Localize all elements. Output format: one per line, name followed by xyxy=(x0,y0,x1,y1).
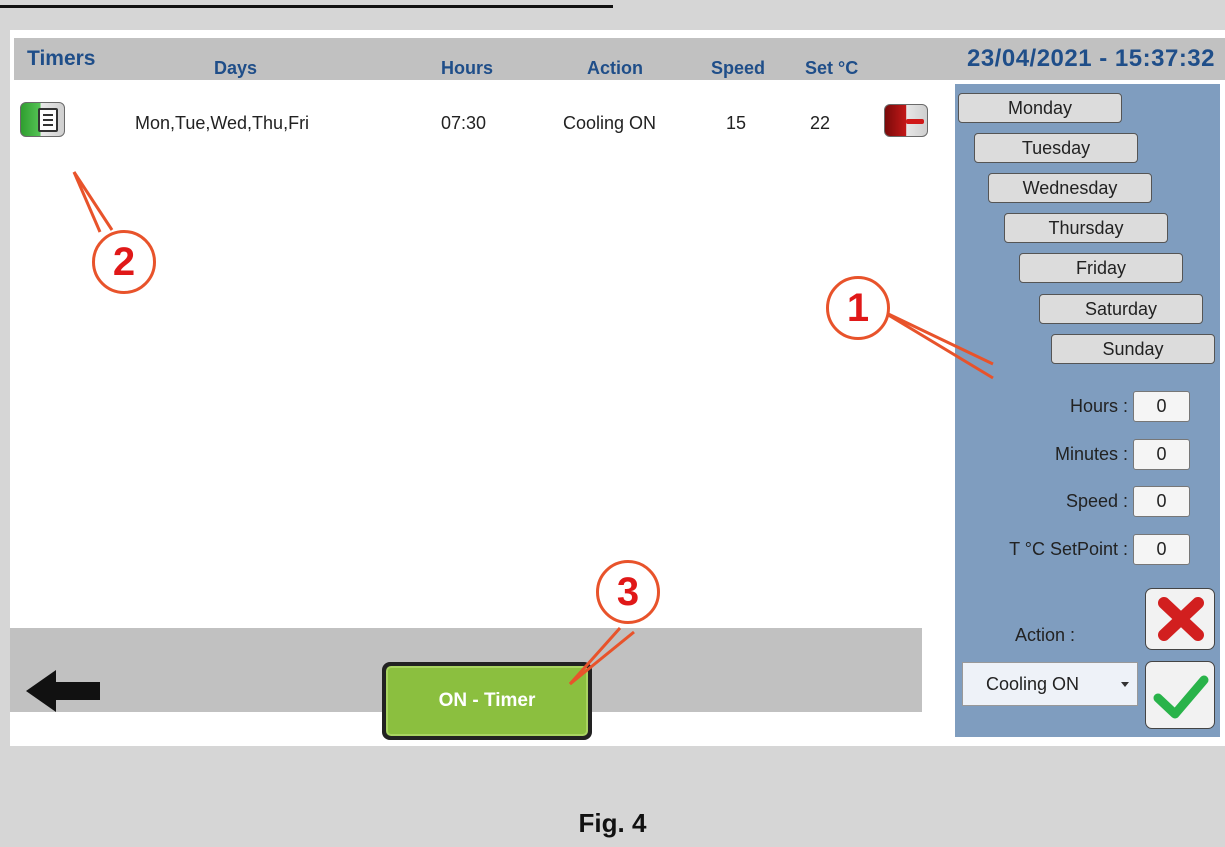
datetime: 23/04/2021 - 15:37:32 xyxy=(966,45,1215,72)
day-saturday[interactable]: Saturday xyxy=(1039,294,1203,324)
top-rule xyxy=(0,0,613,8)
dropdown-caret-icon xyxy=(1121,682,1129,687)
edit-timer-button[interactable] xyxy=(20,102,65,137)
speed-label: Speed : xyxy=(1065,491,1128,511)
day-friday[interactable]: Friday xyxy=(1019,253,1183,283)
confirm-icon xyxy=(1153,675,1209,719)
header-action: Action xyxy=(587,58,643,78)
action-select-value: Cooling ON xyxy=(986,673,1080,694)
table-cell-hours: 07:30 xyxy=(441,113,487,133)
callout-2: 2 xyxy=(92,230,156,294)
speed-input[interactable]: 0 xyxy=(1133,486,1190,517)
table-cell-action: Cooling ON xyxy=(563,113,657,133)
cancel-icon xyxy=(1158,597,1204,641)
action-label: Action : xyxy=(1015,625,1076,645)
table-cell-days: Mon,Tue,Wed,Thu,Fri xyxy=(135,113,310,133)
minutes-input[interactable]: 0 xyxy=(1133,439,1190,470)
table-cell-setpoint: 22 xyxy=(810,113,831,133)
figure-caption: Fig. 4 xyxy=(578,808,647,838)
page-title: Timers xyxy=(27,47,96,70)
day-tuesday[interactable]: Tuesday xyxy=(974,133,1138,163)
on-timer-button[interactable]: ON - Timer xyxy=(382,662,592,740)
day-monday[interactable]: Monday xyxy=(958,93,1122,123)
day-thursday[interactable]: Thursday xyxy=(1004,213,1168,243)
callout-3: 3 xyxy=(596,560,660,624)
confirm-button[interactable] xyxy=(1145,661,1215,729)
minutes-label: Minutes : xyxy=(1054,444,1128,464)
action-select[interactable]: Cooling ON xyxy=(962,662,1138,706)
setpoint-input[interactable]: 0 xyxy=(1133,534,1190,565)
header-speed: Speed xyxy=(711,58,766,78)
day-wednesday[interactable]: Wednesday xyxy=(988,173,1152,203)
edit-icon xyxy=(38,108,58,132)
header-setpoint: Set °C xyxy=(805,58,859,78)
delete-icon xyxy=(906,119,924,124)
cancel-button[interactable] xyxy=(1145,588,1215,650)
header-days: Days xyxy=(214,58,258,78)
hours-label: Hours : xyxy=(1069,396,1128,416)
header-hours: Hours xyxy=(441,58,494,78)
back-arrow-icon[interactable] xyxy=(26,670,100,712)
hours-input[interactable]: 0 xyxy=(1133,391,1190,422)
table-cell-speed: 15 xyxy=(726,113,747,133)
callout-1: 1 xyxy=(826,276,890,340)
on-timer-label: ON - Timer xyxy=(386,666,588,736)
setpoint-label: T °C SetPoint : xyxy=(1009,539,1128,559)
day-sunday[interactable]: Sunday xyxy=(1051,334,1215,364)
delete-timer-button[interactable] xyxy=(884,104,928,137)
